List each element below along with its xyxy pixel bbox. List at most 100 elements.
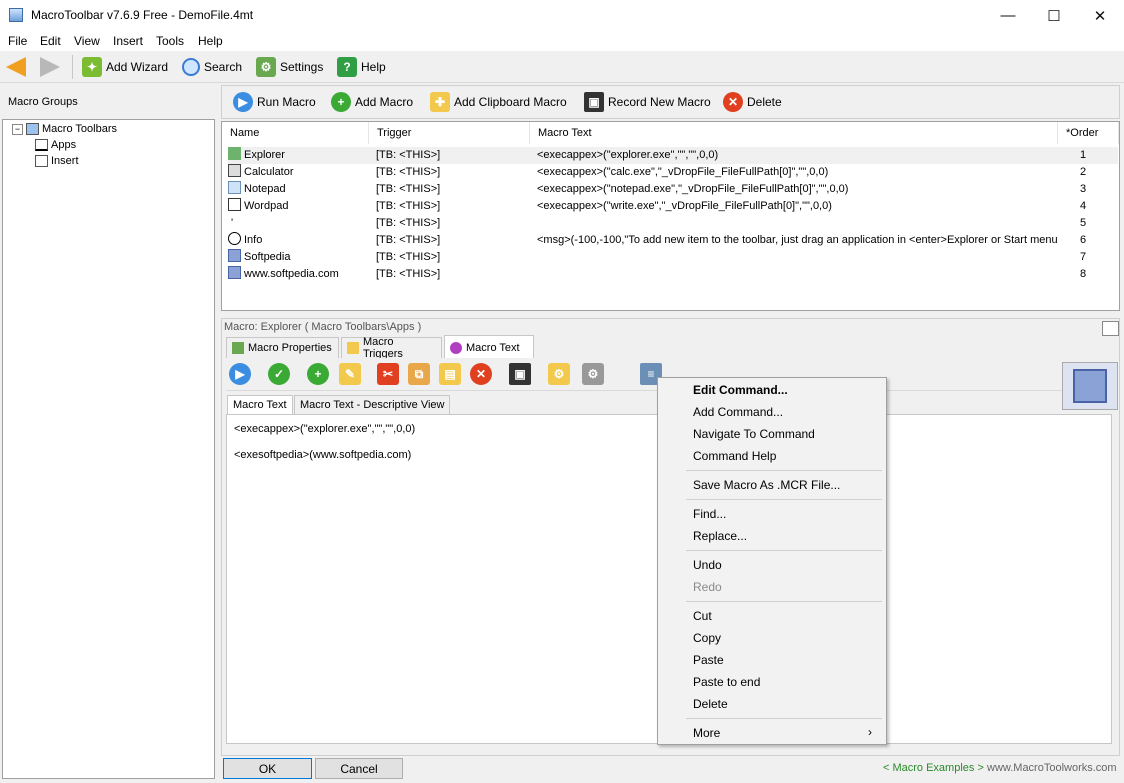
add-wizard-button[interactable]: ✦ Add Wizard (82, 55, 168, 79)
menu-copy[interactable]: Copy (693, 631, 721, 645)
add-macro-label: Add Macro (355, 95, 414, 109)
macro-examples-link[interactable]: < Macro Examples > (883, 762, 984, 774)
menu-tools[interactable]: Tools (156, 34, 184, 48)
maximize-button[interactable]: ☐ (1031, 0, 1077, 31)
menu-edit[interactable]: Edit (40, 34, 61, 48)
delete-command-icon[interactable]: ✕ (470, 363, 492, 385)
row-name: Calculator (244, 166, 294, 178)
add-command-icon[interactable]: + (307, 363, 329, 385)
menu-edit-command[interactable]: Edit Command... (693, 383, 788, 397)
explorer-icon (228, 147, 241, 160)
row-name: Wordpad (244, 200, 289, 212)
subtab-descriptive-view[interactable]: Macro Text - Descriptive View (294, 395, 451, 414)
minimize-button[interactable]: — (985, 0, 1031, 31)
back-button[interactable] (6, 55, 26, 79)
row-trigger: [TB: <THIS>] (376, 251, 441, 263)
paste-icon[interactable]: ▤ (439, 363, 461, 385)
table-row[interactable]: Explorer [TB: <THIS>] <execappex>("explo… (228, 147, 1118, 164)
menu-undo[interactable]: Undo (693, 558, 722, 572)
subtab-macro-text[interactable]: Macro Text (227, 395, 293, 414)
record-icon[interactable]: ▣ (509, 363, 531, 385)
tab-macro-triggers[interactable]: Macro Triggers (341, 336, 442, 360)
column-name[interactable]: Name (222, 122, 369, 144)
macro-list[interactable]: Name Trigger Macro Text *Order Explorer … (221, 121, 1120, 311)
collapse-icon[interactable]: − (12, 123, 23, 135)
table-row[interactable]: Notepad [TB: <THIS>] <execappex>("notepa… (228, 181, 1118, 198)
run-icon[interactable]: ▶ (229, 363, 251, 385)
row-trigger: [TB: <THIS>] (376, 149, 441, 161)
vertical-scrollbar[interactable] (1093, 420, 1110, 728)
info-icon (228, 232, 241, 245)
delete-icon: ✕ (723, 92, 743, 112)
table-row[interactable]: Softpedia [TB: <THIS>] 7 (228, 249, 1118, 266)
clipboard-icon: ✚ (430, 92, 450, 112)
check-icon[interactable]: ✓ (268, 363, 290, 385)
play-icon: ▶ (233, 92, 253, 112)
menu-insert[interactable]: Insert (113, 34, 143, 48)
row-order: 5 (1080, 217, 1087, 229)
menu-paste-to-end[interactable]: Paste to end (693, 675, 760, 689)
column-macro-text[interactable]: Macro Text (530, 122, 1058, 144)
menu-separator (686, 718, 882, 719)
menu-paste[interactable]: Paste (693, 653, 724, 667)
menu-cut[interactable]: Cut (693, 609, 712, 623)
record-new-macro-button[interactable]: ▣ Record New Macro (584, 90, 711, 114)
menu-navigate-to-command[interactable]: Navigate To Command (693, 427, 815, 441)
macro-groups-tree[interactable]: − Macro Toolbars Apps Insert (2, 119, 215, 779)
table-row[interactable]: Wordpad [TB: <THIS>] <execappex>("write.… (228, 198, 1118, 215)
table-row[interactable]: Calculator [TB: <THIS>] <execappex>("cal… (228, 164, 1118, 181)
copy-icon[interactable]: ⧉ (408, 363, 430, 385)
website-link[interactable]: www.MacroToolworks.com (987, 762, 1117, 774)
menu-replace[interactable]: Replace... (693, 529, 747, 543)
column-trigger[interactable]: Trigger (369, 122, 530, 144)
menu-help[interactable]: Help (198, 34, 223, 48)
settings-label: Settings (280, 60, 324, 74)
menu-command-help[interactable]: Command Help (693, 449, 776, 463)
close-button[interactable]: ✕ (1077, 0, 1123, 31)
search-label: Search (204, 60, 243, 74)
context-menu: Edit Command... Add Command... Navigate … (657, 377, 887, 745)
menu-view[interactable]: View (74, 34, 100, 48)
cube-icon (1073, 369, 1107, 403)
tab-macro-text[interactable]: Macro Text (444, 335, 534, 359)
search-button[interactable]: Search (182, 55, 242, 79)
menu-save-macro[interactable]: Save Macro As .MCR File... (693, 478, 840, 492)
notepad-icon (228, 181, 241, 194)
macro-groups-title: Macro Groups (8, 96, 78, 108)
run-macro-label: Run Macro (257, 95, 316, 109)
step-icon[interactable]: ⚙ (582, 363, 604, 385)
table-row[interactable]: Info [TB: <THIS>] <msg>(-100,-100,"To ad… (228, 232, 1118, 249)
calculator-icon (228, 164, 241, 177)
help-button[interactable]: ? Help (337, 55, 386, 79)
edit-command-icon[interactable]: ✎ (339, 363, 361, 385)
tree-item-insert[interactable]: Insert (35, 155, 79, 167)
trigger-icon (347, 342, 359, 354)
delete-label: Delete (747, 95, 782, 109)
menu-file[interactable]: File (8, 34, 27, 48)
menu-find[interactable]: Find... (693, 507, 726, 521)
table-row[interactable]: ' [TB: <THIS>] 5 (228, 215, 1118, 232)
row-trigger: [TB: <THIS>] (376, 200, 441, 212)
add-macro-button[interactable]: + Add Macro (331, 90, 413, 114)
tree-item-apps[interactable]: Apps (35, 139, 76, 151)
column-order[interactable]: *Order (1058, 122, 1119, 144)
macro-icon-picker[interactable] (1062, 362, 1118, 410)
cancel-button[interactable]: Cancel (315, 758, 403, 779)
menu-add-command[interactable]: Add Command... (693, 405, 783, 419)
add-clipboard-macro-button[interactable]: ✚ Add Clipboard Macro (430, 90, 567, 114)
delete-macro-button[interactable]: ✕ Delete (723, 90, 782, 114)
menu-more[interactable]: More (693, 726, 720, 740)
table-row[interactable]: www.softpedia.com [TB: <THIS>] 8 (228, 266, 1118, 283)
tab-macro-properties[interactable]: Macro Properties (226, 337, 339, 358)
tree-item-root[interactable]: − Macro Toolbars (12, 123, 117, 135)
ok-button[interactable]: OK (223, 758, 312, 779)
cut-icon[interactable]: ✂ (377, 363, 399, 385)
run-macro-button[interactable]: ▶ Run Macro (233, 90, 316, 114)
forward-button[interactable] (40, 55, 60, 79)
row-trigger: [TB: <THIS>] (376, 234, 441, 246)
settings-button[interactable]: ⚙ Settings (256, 55, 323, 79)
menu-delete[interactable]: Delete (693, 697, 728, 711)
add-icon: + (331, 92, 351, 112)
start-icon[interactable]: ⚙ (548, 363, 570, 385)
restore-pane-icon[interactable] (1102, 321, 1119, 336)
